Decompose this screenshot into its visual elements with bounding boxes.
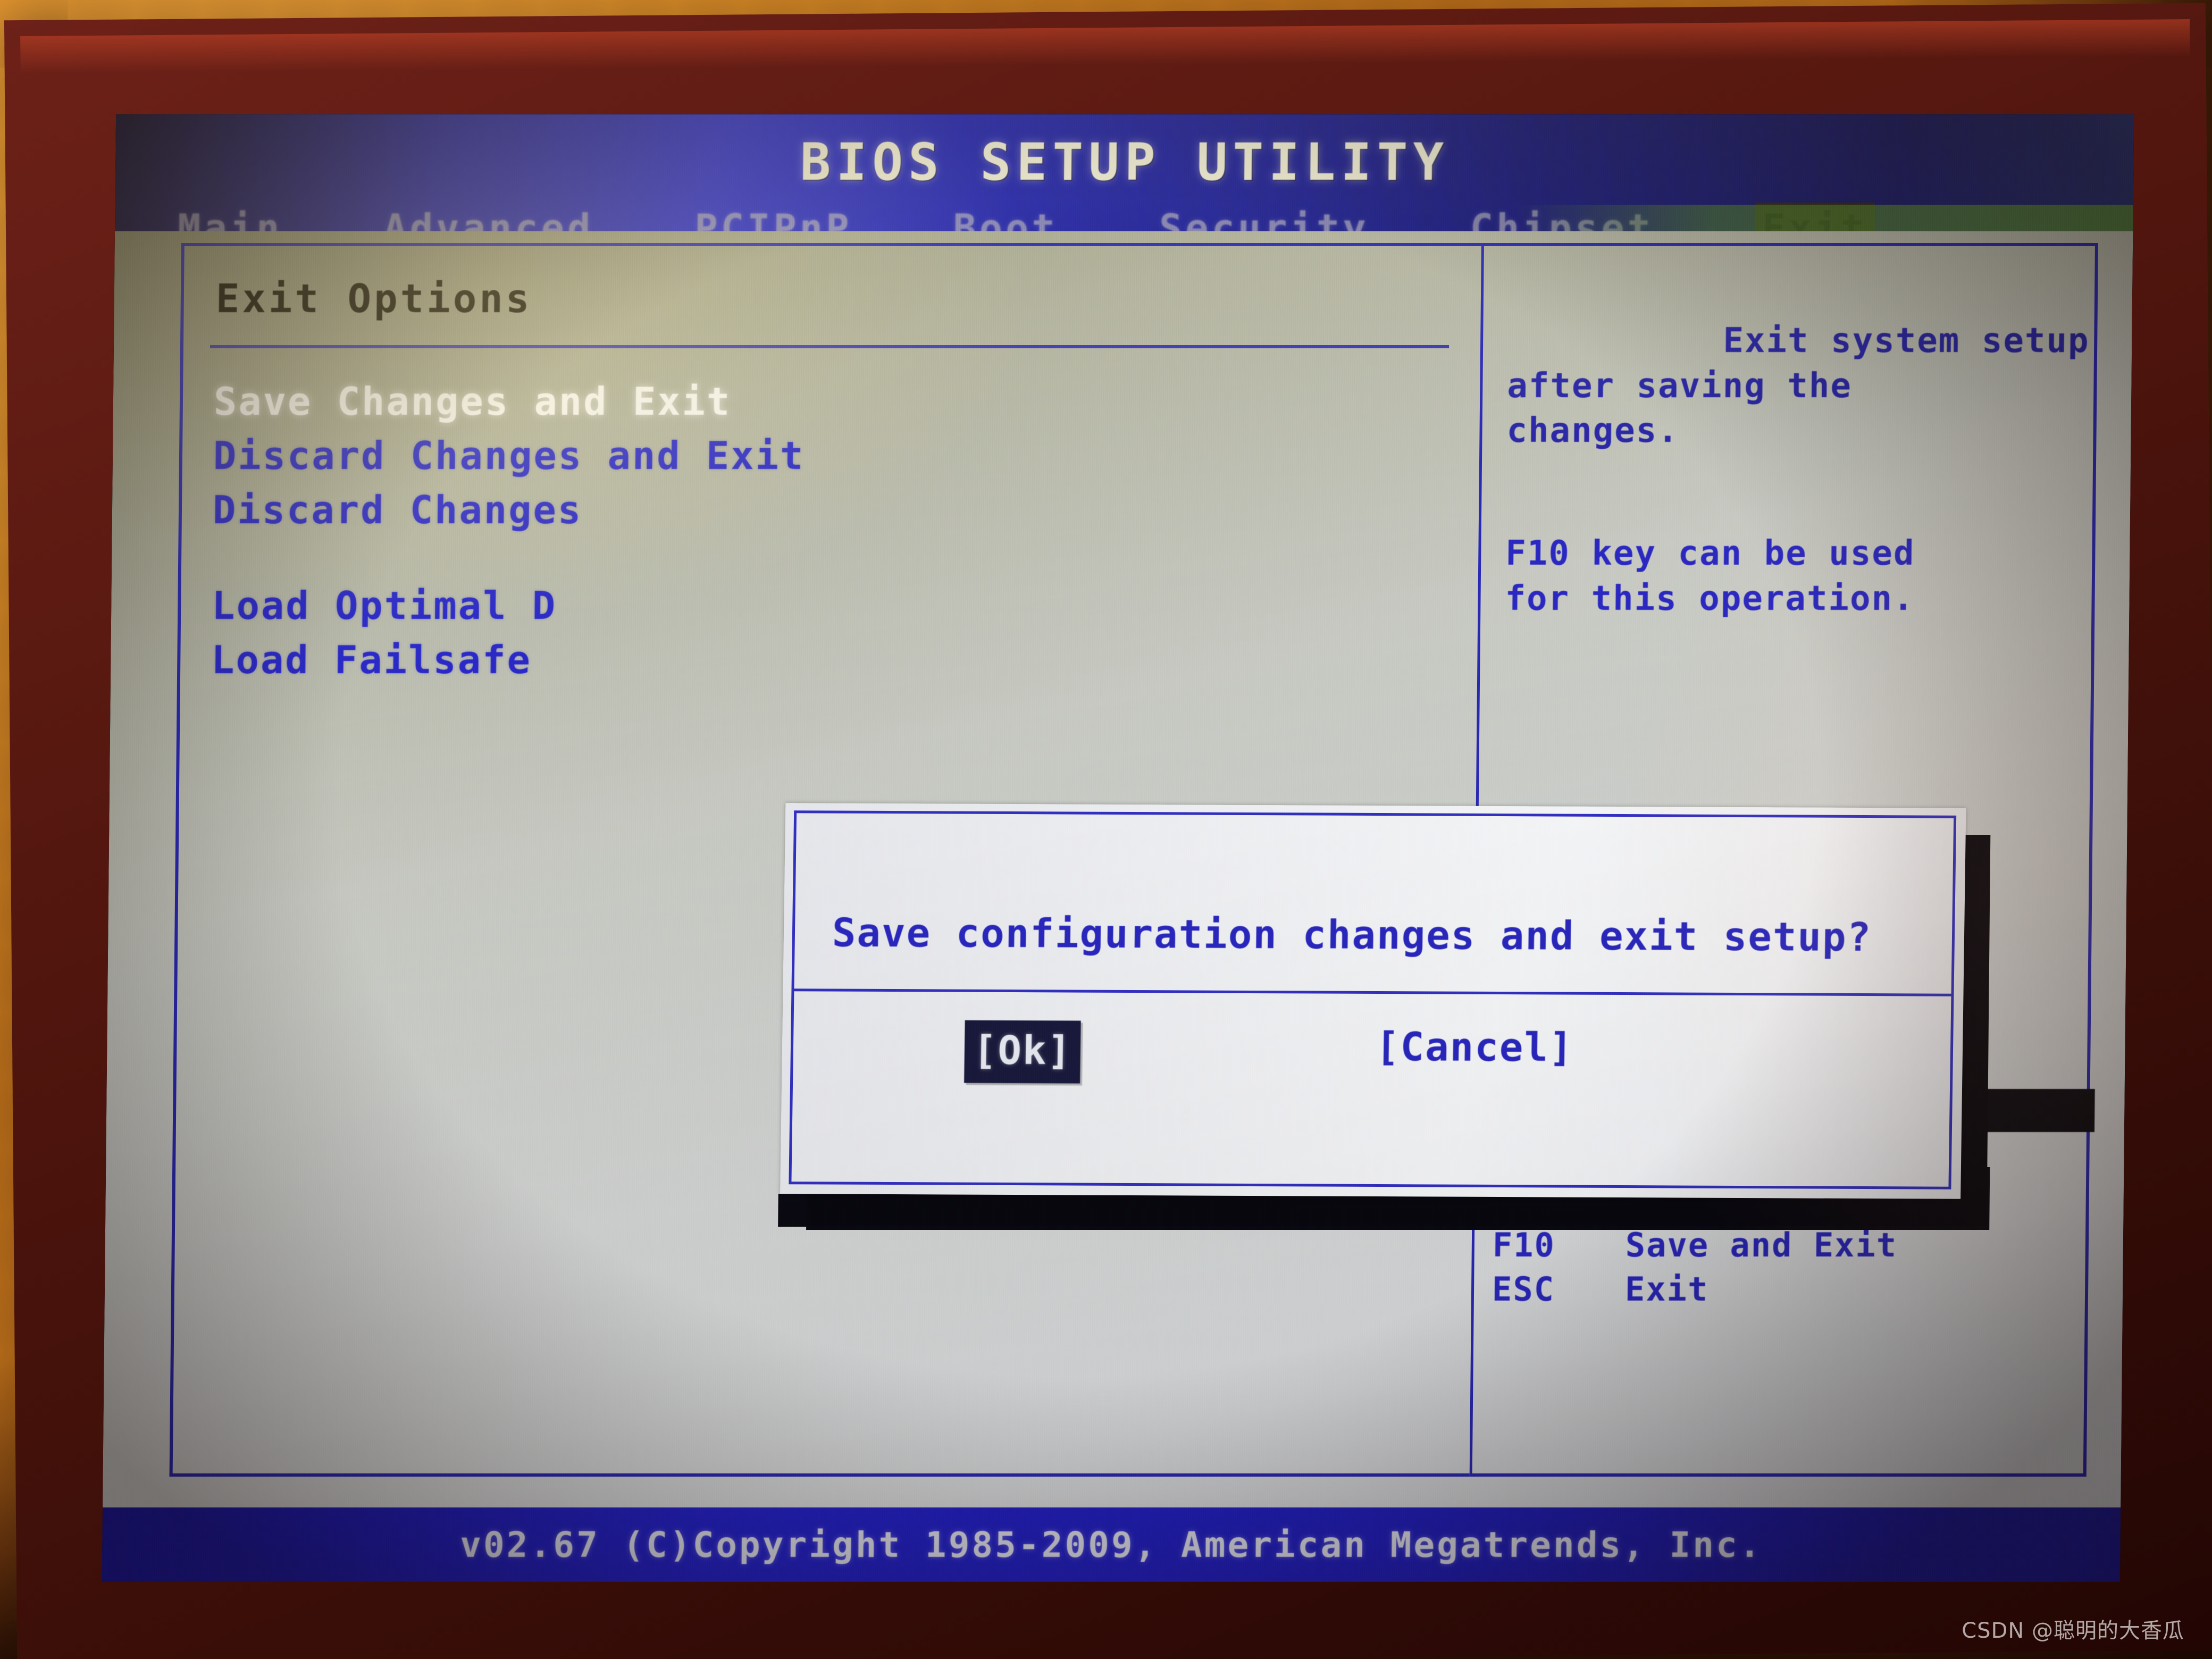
save-confirm-dialog: Save configuration changes and exit setu… [780,803,1966,1199]
menu-item-load-failsafe-defaults[interactable]: Load Failsafe [211,638,1435,682]
menu-item-load-optimal-defaults[interactable]: Load Optimal D [212,583,1435,628]
dialog-button-row: [Ok] [Cancel] [792,992,1951,1129]
bios-footer-bar: v02.67 (C)Copyright 1985-2009, American … [102,1507,2121,1582]
menu-item-discard-changes[interactable]: Discard Changes [213,488,1436,532]
menu-item-save-changes-and-exit[interactable]: Save Changes and Exit [214,379,1437,424]
section-divider [210,345,1449,349]
menu-item-discard-changes-and-exit[interactable]: Discard Changes and Exit [213,433,1437,478]
dialog-inner-frame: Save configuration changes and exit setu… [789,810,1957,1189]
f10-key-label: F10 [1492,1225,1556,1264]
bios-screen: BIOS SETUP UTILITY Main Advanced PCIPnP … [102,114,2134,1582]
key-legend-row-esc: ESC Exit [1492,1270,2093,1309]
key-action-label: Exit [1624,1269,1709,1309]
monitor-screen: BIOS SETUP UTILITY Main Advanced PCIPnP … [102,114,2134,1582]
page-title: BIOS SETUP UTILITY [800,132,1449,192]
exit-options-list: Save Changes and Exit Discard Changes an… [211,379,1437,695]
help-paragraph-2: F10 key can be used for this operation. [1505,534,1915,618]
csdn-watermark: CSDN @聪明的大香瓜 [1962,1619,2184,1643]
help-description: Exit system setup after saving the chang… [1504,274,2109,711]
esc-key-label: ESC [1492,1269,1555,1309]
cancel-button[interactable]: [Cancel] [1375,1024,1574,1071]
section-heading: Exit Options [215,276,532,322]
dialog-message: Save configuration changes and exit setu… [832,910,1872,961]
key-legend-row-f10: F10 Save and Exit [1493,1226,2094,1264]
ok-button[interactable]: [Ok] [964,1020,1081,1084]
copyright-text: v02.67 (C)Copyright 1985-2009, American … [459,1524,1763,1565]
key-action-label: Save and Exit [1625,1225,1898,1264]
bezel-highlight [20,19,2190,74]
help-paragraph-1: Exit system setup after saving the chang… [1506,321,2090,451]
